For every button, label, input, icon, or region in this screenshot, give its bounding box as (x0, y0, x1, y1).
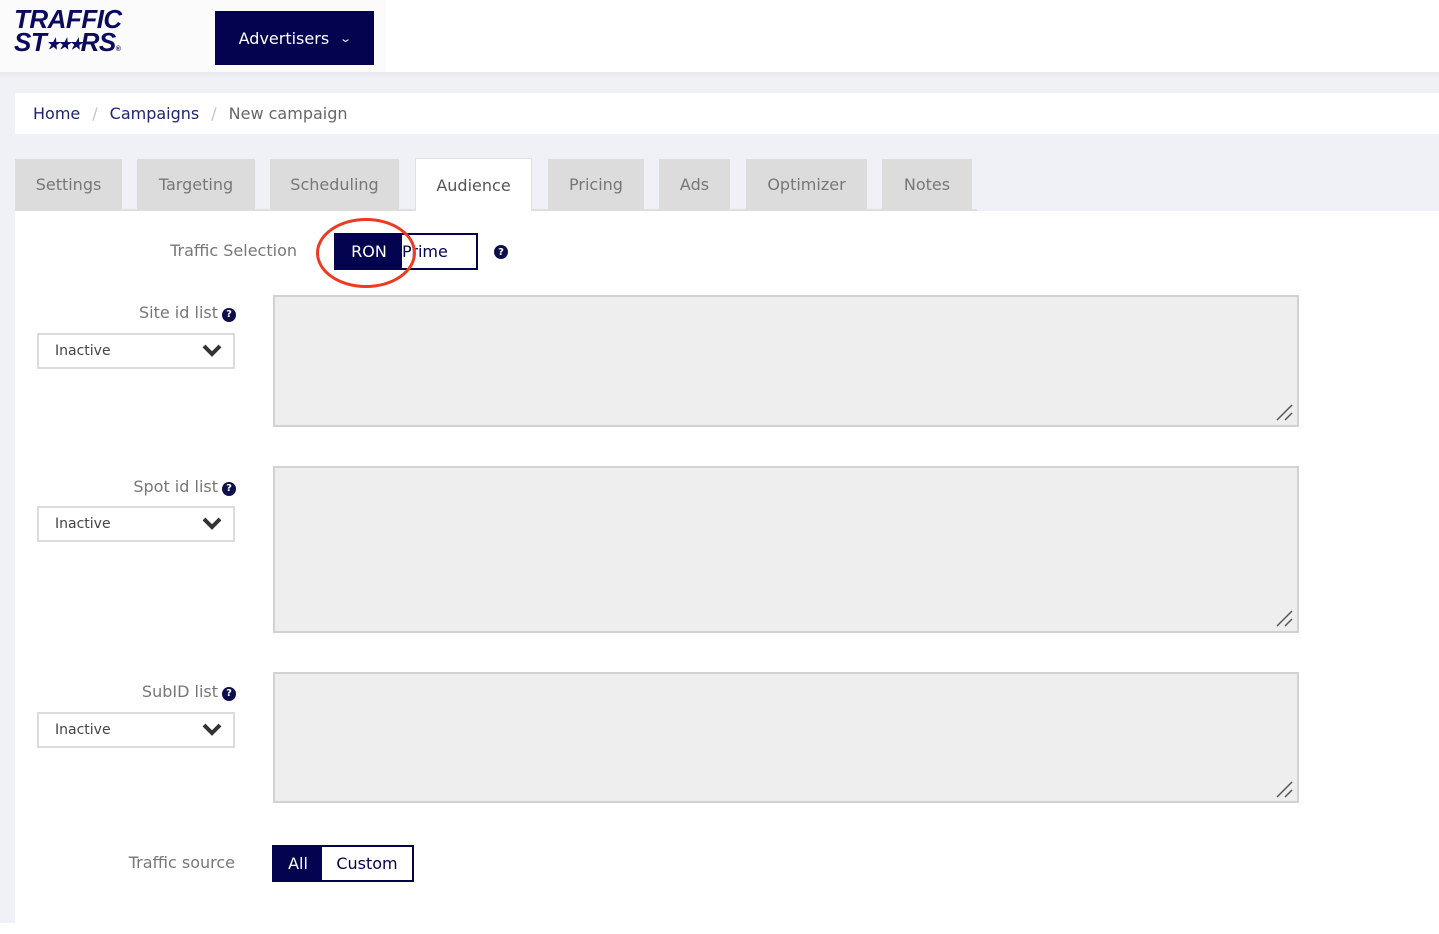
spot-id-list-label-text: Spot id list (133, 477, 218, 496)
top-bar: TRAFFIC ST★★★RS® Advertisers ⌄ (0, 0, 1439, 72)
top-bar-brand-area: TRAFFIC ST★★★RS® Advertisers ⌄ (0, 0, 386, 72)
breadcrumb-separator: / (92, 104, 98, 123)
question-circle-icon[interactable]: ? (222, 307, 236, 322)
star-icon: ★★★ (46, 36, 82, 53)
campaign-tabs: Settings Targeting Scheduling Audience P… (15, 134, 977, 212)
spot-id-list-textarea[interactable] (273, 466, 1299, 633)
left-gutter (0, 78, 15, 923)
traffic-source-all-option[interactable]: All (274, 847, 322, 880)
advertisers-menu-label: Advertisers (238, 28, 330, 48)
site-id-list-mode-value: Inactive (55, 343, 111, 359)
resize-handle-icon[interactable] (1275, 780, 1293, 798)
site-id-list-textarea[interactable] (273, 295, 1299, 427)
traffic-selection-label: Traffic Selection (170, 241, 297, 260)
tab-ads[interactable]: Ads (659, 159, 730, 210)
subid-list-label: SubID list? (38, 682, 236, 701)
spot-id-list-mode-value: Inactive (55, 516, 111, 532)
tab-optimizer[interactable]: Optimizer (746, 159, 867, 210)
tab-audience[interactable]: Audience (415, 158, 532, 212)
breadcrumb: Home / Campaigns / New campaign (15, 93, 1439, 134)
trafficstars-logo[interactable]: TRAFFIC ST★★★RS® (14, 6, 154, 64)
tab-settings[interactable]: Settings (15, 159, 122, 210)
breadcrumb-current: New campaign (228, 104, 348, 123)
breadcrumb-home[interactable]: Home (33, 104, 80, 123)
traffic-selection-toggle: RON Prime (334, 233, 478, 270)
logo-line-2: ST★★★RS® (14, 29, 154, 61)
subid-list-mode-select[interactable]: Inactive (37, 712, 235, 748)
chevron-down-icon (202, 517, 222, 530)
spot-id-list-mode-select[interactable]: Inactive (37, 506, 235, 542)
site-id-list-label-text: Site id list (139, 303, 218, 322)
chevron-down-icon (202, 344, 222, 357)
breadcrumb-campaigns[interactable]: Campaigns (110, 104, 200, 123)
logo-text-st: ST (14, 27, 47, 57)
resize-handle-icon[interactable] (1275, 403, 1293, 421)
tab-targeting[interactable]: Targeting (137, 159, 255, 210)
traffic-source-toggle: All Custom (272, 845, 414, 882)
site-id-list-label: Site id list? (38, 303, 236, 322)
spot-id-list-label: Spot id list? (38, 477, 236, 496)
subid-list-mode-value: Inactive (55, 722, 111, 738)
tab-scheduling[interactable]: Scheduling (270, 159, 399, 210)
question-circle-icon[interactable]: ? (222, 686, 236, 701)
subid-list-textarea[interactable] (273, 672, 1299, 803)
subid-list-label-text: SubID list (141, 682, 218, 701)
prime-option[interactable]: Prime (402, 235, 476, 268)
traffic-source-custom-option[interactable]: Custom (322, 847, 412, 880)
advertisers-menu-button[interactable]: Advertisers ⌄ (215, 11, 374, 65)
tab-pricing[interactable]: Pricing (548, 159, 644, 210)
registered-mark: ® (115, 46, 121, 53)
resize-handle-icon[interactable] (1275, 609, 1293, 627)
logo-text-rs: RS (80, 27, 117, 57)
chevron-down-icon (202, 723, 222, 736)
tab-notes[interactable]: Notes (882, 159, 972, 210)
breadcrumb-separator: / (211, 104, 217, 123)
question-circle-icon[interactable]: ? (222, 481, 236, 496)
chevron-down-icon: ⌄ (339, 31, 353, 45)
traffic-source-label: Traffic source (128, 853, 235, 872)
site-id-list-mode-select[interactable]: Inactive (37, 333, 235, 369)
ron-option[interactable]: RON (336, 235, 402, 268)
question-circle-icon[interactable]: ? (494, 245, 508, 259)
